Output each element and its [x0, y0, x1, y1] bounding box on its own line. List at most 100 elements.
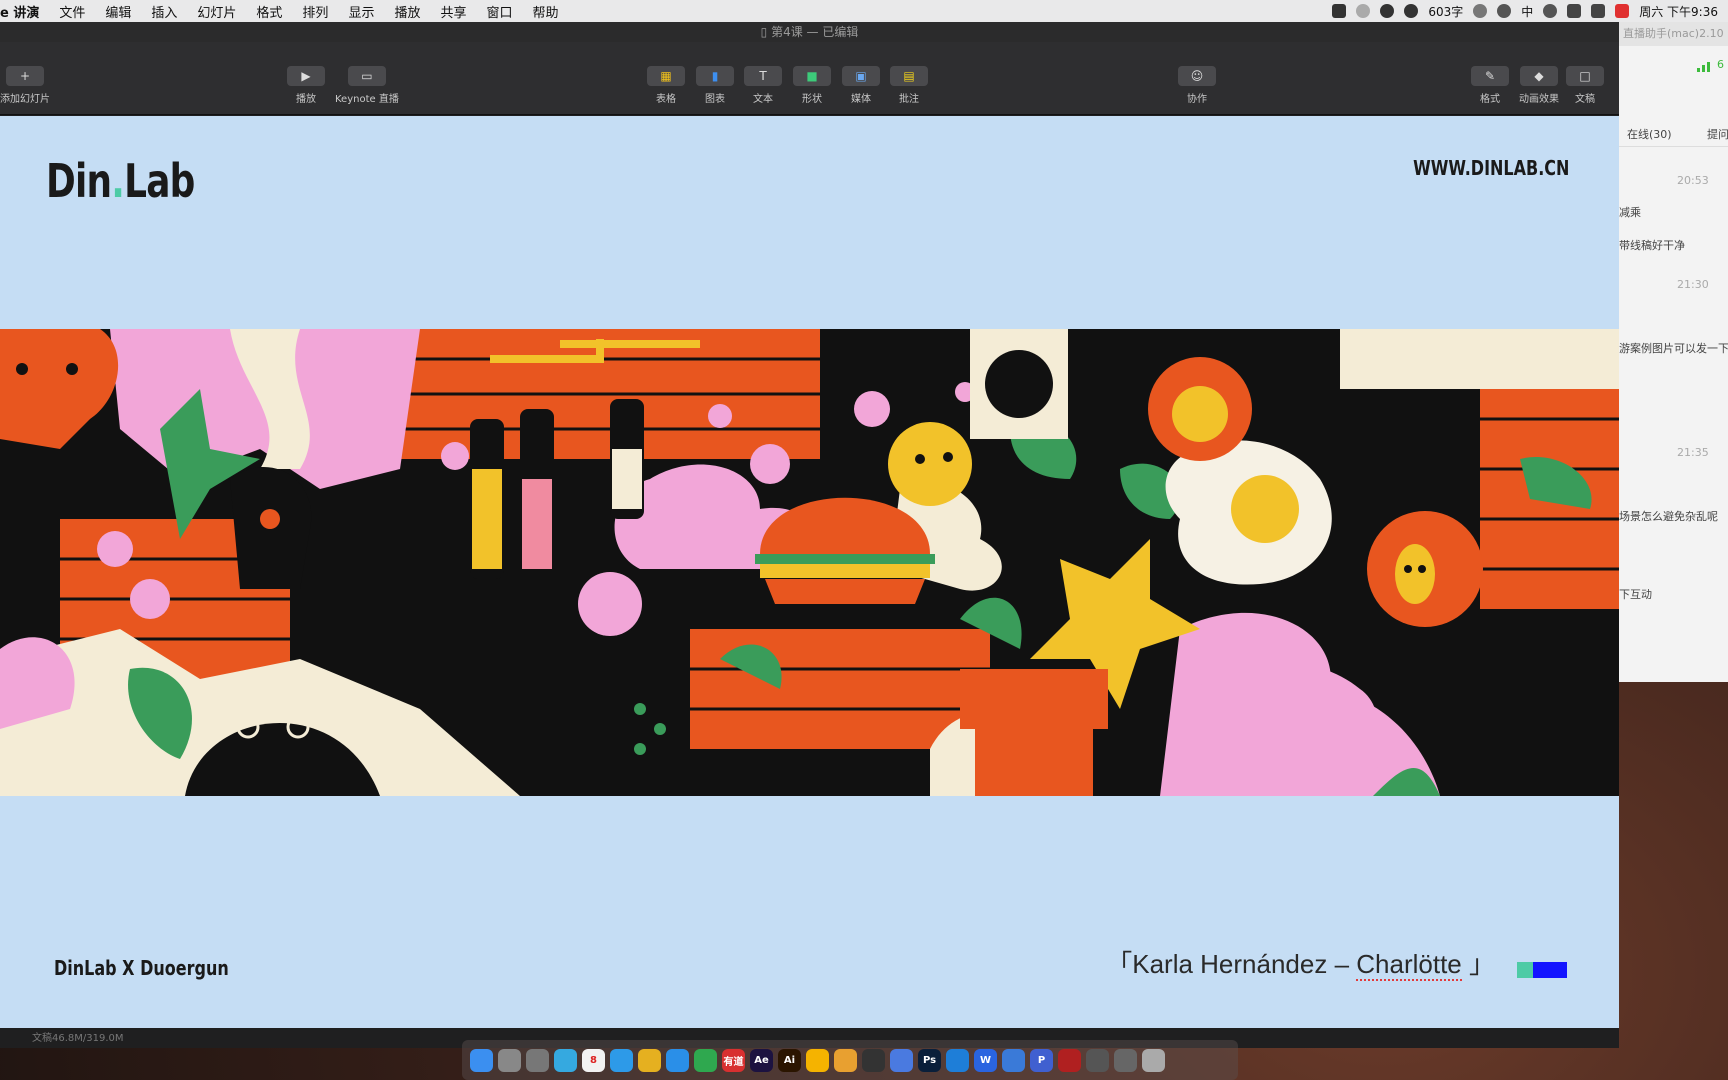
finder-icon[interactable] [470, 1048, 493, 1072]
menu-play[interactable]: 播放 [384, 2, 430, 21]
document-button[interactable]: □ 文稿 [1566, 66, 1604, 105]
chat-panel-title[interactable]: 直播助手(mac)2.10 [1619, 22, 1728, 46]
chat-time: 21:35 [1677, 446, 1709, 459]
sketch-icon[interactable] [806, 1048, 829, 1072]
window-title-bar[interactable]: ▯ 第4课 — 已编辑 [0, 22, 1619, 42]
add-slide-button[interactable]: + 添加幻灯片 [0, 66, 50, 105]
app-menu[interactable]: e 讲演 [0, 2, 49, 21]
play-label: 播放 [296, 94, 316, 105]
tab-online[interactable]: 在线(30) [1627, 126, 1672, 142]
wifi-icon[interactable] [1567, 4, 1582, 18]
website-url: WWW.DINLAB.CN [1412, 156, 1569, 180]
animate-icon: ◆ [1520, 66, 1558, 86]
volume-icon[interactable] [1591, 4, 1606, 18]
logo-din: Din [46, 154, 112, 208]
animate-button[interactable]: ◆ 动画效果 [1519, 66, 1559, 105]
plus-icon: + [6, 66, 44, 86]
menu-file[interactable]: 文件 [49, 2, 95, 21]
cloud-icon[interactable] [890, 1048, 913, 1072]
table-icon: ▦ [647, 66, 685, 86]
menu-arrange[interactable]: 排列 [292, 2, 338, 21]
chat-tabs: 在线(30) 提问 [1619, 118, 1728, 147]
text-icon: T [744, 66, 782, 86]
menu-window[interactable]: 窗口 [476, 2, 522, 21]
comment-label: 批注 [899, 94, 919, 105]
comment-button[interactable]: ▤ 批注 [890, 66, 928, 105]
table-button[interactable]: ▦ 表格 [647, 66, 685, 105]
toolbar: + 添加幻灯片 ▶ 播放 ▭ Keynote 直播 ▦ 表格 ▮ 图表 T 文本… [0, 42, 1619, 115]
chat-message: 游案例图片可以发一下 [1619, 342, 1728, 355]
menu-view[interactable]: 显示 [338, 2, 384, 21]
menu-share[interactable]: 共享 [430, 2, 476, 21]
chart-label: 图表 [705, 94, 725, 105]
photoshop-icon[interactable]: Ps [918, 1048, 941, 1072]
screen-share-icon[interactable] [1332, 4, 1347, 18]
youdao-icon[interactable]: 有道 [722, 1048, 745, 1072]
after-effects-icon[interactable]: Ae [750, 1048, 773, 1072]
davinci-icon[interactable] [862, 1048, 885, 1072]
bluetooth-icon[interactable] [1543, 4, 1558, 18]
screen-record-icon[interactable] [1058, 1048, 1081, 1072]
format-icon: ✎ [1471, 66, 1509, 86]
live-chat-panel: 直播助手(mac)2.10 6 在线(30) 提问 20:53 减乘 带线稿好干… [1619, 22, 1728, 682]
media-button[interactable]: ▣ 媒体 [842, 66, 880, 105]
search-icon[interactable] [1356, 4, 1371, 18]
p-app-icon[interactable]: P [1030, 1048, 1053, 1072]
browser-icon[interactable] [946, 1048, 969, 1072]
trash-icon[interactable] [1142, 1048, 1165, 1072]
credit-name: Charlötte [1356, 949, 1462, 981]
shape-icon: ■ [793, 66, 831, 86]
menubar-clock[interactable]: 周六 下午9:36 [1639, 3, 1718, 20]
slide-canvas[interactable]: Din.Lab WWW.DINLAB.CN DinLab X Duoergun … [0, 116, 1619, 1028]
evernote-icon[interactable] [694, 1048, 717, 1072]
logo-lab: Lab [124, 154, 195, 208]
menu-bar: e 讲演 文件 编辑 插入 幻灯片 格式 排列 显示 播放 共享 窗口 帮助 6… [0, 0, 1728, 22]
cloud-sync-icon[interactable] [1380, 4, 1395, 18]
weibo-icon[interactable] [1404, 4, 1419, 18]
table-label: 表格 [656, 94, 676, 105]
folder-icon[interactable] [834, 1048, 857, 1072]
menu-slide[interactable]: 幻灯片 [187, 2, 246, 21]
chrome-icon[interactable] [638, 1048, 661, 1072]
sogou-icon[interactable] [1615, 4, 1630, 18]
keynote-live-label: Keynote 直播 [335, 94, 399, 105]
microphone-icon[interactable] [1497, 4, 1512, 18]
keynote-icon[interactable] [1002, 1048, 1025, 1072]
chart-button[interactable]: ▮ 图表 [696, 66, 734, 105]
w-app-icon[interactable]: W [974, 1048, 997, 1072]
color-swatch-blue [1533, 962, 1567, 978]
calendar-icon[interactable]: 8 [582, 1048, 605, 1072]
launchpad-icon[interactable] [498, 1048, 521, 1072]
downloads-icon[interactable] [1086, 1048, 1109, 1072]
collaborate-button[interactable]: ☺ 协作 [1178, 66, 1216, 105]
chart-icon: ▮ [696, 66, 734, 86]
telegram-icon[interactable] [554, 1048, 577, 1072]
tab-question[interactable]: 提问 [1707, 126, 1728, 142]
preferences-icon[interactable] [526, 1048, 549, 1072]
keynote-live-button[interactable]: ▭ Keynote 直播 [335, 66, 399, 105]
qq-icon[interactable] [666, 1048, 689, 1072]
safari-icon[interactable] [610, 1048, 633, 1072]
text-label: 文本 [753, 94, 773, 105]
collaborate-label: 协作 [1187, 94, 1207, 105]
illustration-banner[interactable] [0, 329, 1619, 796]
credit-close: 」 [1461, 949, 1495, 979]
shape-button[interactable]: ■ 形状 [793, 66, 831, 105]
play-button[interactable]: ▶ 播放 [287, 66, 325, 105]
word-count: 603字 [1428, 4, 1464, 19]
chat-time: 20:53 [1677, 174, 1709, 187]
text-button[interactable]: T 文本 [744, 66, 782, 105]
menu-format[interactable]: 格式 [246, 2, 292, 21]
image-stack-icon[interactable] [1114, 1048, 1137, 1072]
menu-edit[interactable]: 编辑 [95, 2, 141, 21]
emoji-icon[interactable] [1473, 4, 1488, 18]
status-menus: 603字 中 周六 下午9:36 [1332, 0, 1718, 22]
media-icon: ▣ [842, 66, 880, 86]
menu-insert[interactable]: 插入 [141, 2, 187, 21]
illustrator-icon[interactable]: Ai [778, 1048, 801, 1072]
menu-help[interactable]: 帮助 [523, 2, 569, 21]
comment-icon: ▤ [890, 66, 928, 86]
format-button[interactable]: ✎ 格式 [1471, 66, 1509, 105]
input-method[interactable]: 中 [1521, 3, 1533, 20]
credit-open: 「Karla Hernández – [1106, 949, 1357, 979]
